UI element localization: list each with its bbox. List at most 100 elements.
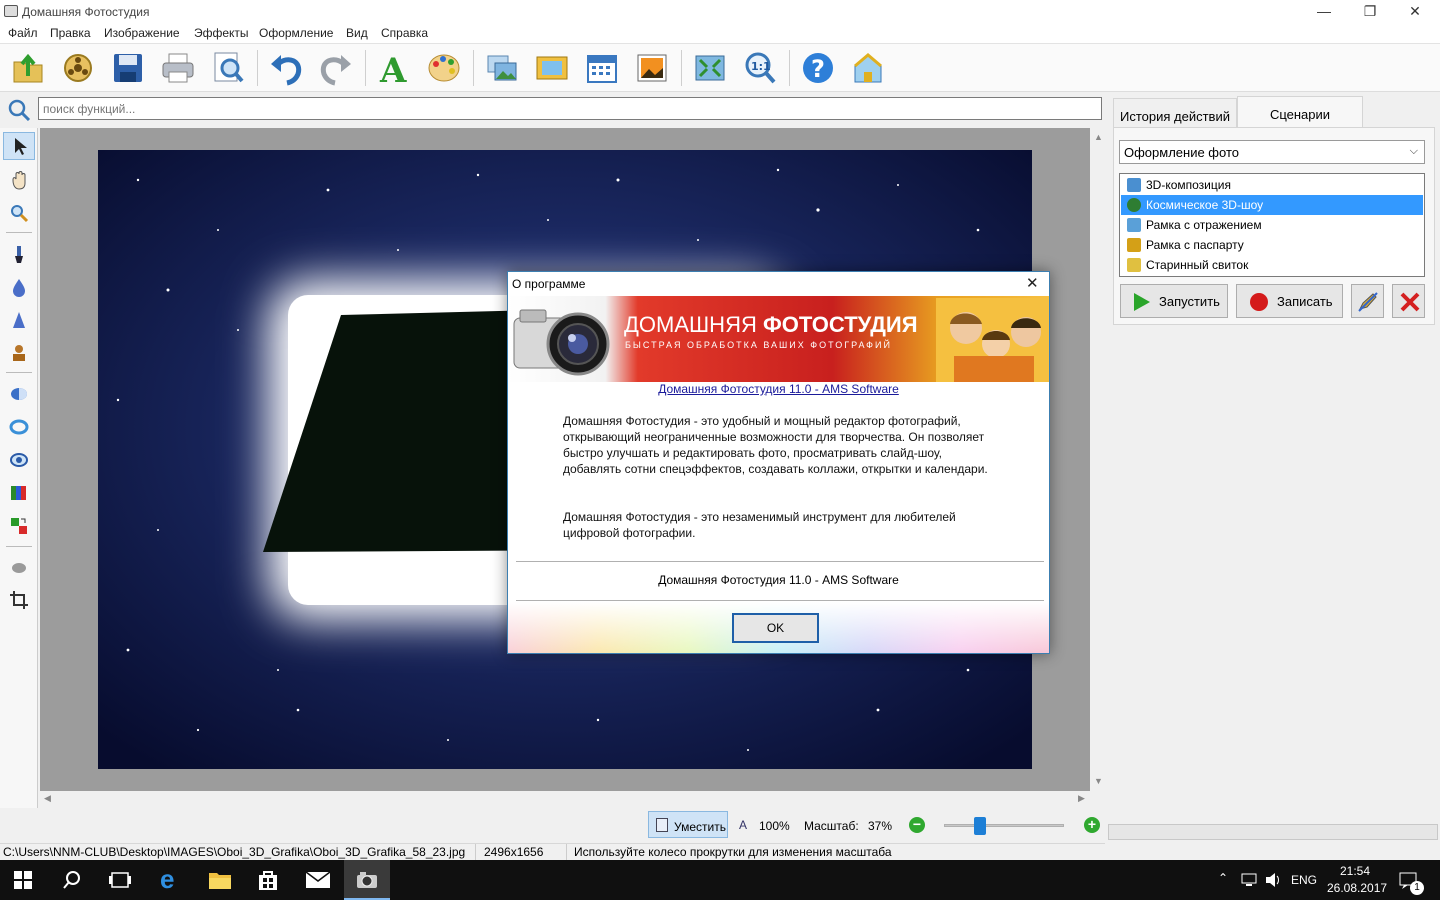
zoom-1-1-icon[interactable]: 1:1 (742, 50, 778, 86)
hand-icon[interactable] (9, 170, 29, 190)
palette-icon[interactable] (426, 50, 462, 86)
minimize-button[interactable]: — (1301, 0, 1347, 24)
zoom-icon[interactable] (9, 203, 29, 223)
right-panel: История действий Сценарии Оформление фот… (1108, 96, 1440, 816)
preview-icon[interactable] (210, 50, 246, 86)
fit-page-icon (656, 818, 668, 832)
close-window-button[interactable]: ✕ (1392, 0, 1438, 24)
right-panel-scrollbar[interactable] (1108, 824, 1438, 840)
product-link[interactable]: Домашняя Фотостудия 11.0 - AMS Software (658, 382, 899, 396)
record-button[interactable]: Записать (1236, 284, 1343, 318)
zoom-out-icon[interactable]: − (909, 817, 925, 833)
menu-design[interactable]: Оформление (259, 26, 333, 40)
home-icon[interactable] (850, 50, 886, 86)
print-icon[interactable] (160, 50, 196, 86)
windows-start-icon[interactable] (14, 871, 32, 889)
chevron-down-icon: ⌵ (1409, 145, 1418, 157)
edit-scenario-button[interactable] (1351, 284, 1384, 318)
redo-icon[interactable] (318, 50, 354, 86)
edge-icon[interactable]: e (160, 866, 186, 894)
function-search-input[interactable] (38, 97, 1102, 120)
dialog-close-button[interactable]: ✕ (1026, 274, 1039, 292)
menu-edit[interactable]: Правка (50, 26, 91, 40)
tab-history[interactable]: История действий (1113, 98, 1237, 127)
ok-button[interactable]: OK (732, 613, 819, 643)
lens-icon[interactable] (9, 417, 29, 437)
svg-text:A: A (379, 51, 407, 86)
scroll-right-icon[interactable]: ▶ (1078, 793, 1085, 804)
scenario-item-space-show[interactable]: Космическое 3D-шоу (1121, 195, 1423, 215)
search-taskbar-icon[interactable] (62, 870, 82, 890)
eye-icon[interactable] (9, 450, 29, 470)
scroll-down-icon[interactable]: ▼ (1094, 776, 1103, 786)
images-icon[interactable] (484, 50, 520, 86)
scenario-item-3d-composition[interactable]: 3D-композиция (1121, 175, 1423, 195)
fit-button[interactable]: Уместить (648, 811, 728, 838)
scenario-category-value: Оформление фото (1124, 145, 1239, 160)
undo-icon[interactable] (268, 50, 304, 86)
app-camera-icon (4, 5, 18, 17)
store-icon[interactable] (256, 868, 280, 892)
scenario-item-passe-partout[interactable]: Рамка с паспарту (1121, 235, 1423, 255)
pointer-icon[interactable] (9, 136, 29, 156)
scenario-item-label: Старинный свиток (1146, 258, 1249, 272)
scenario-category-select[interactable]: Оформление фото ⌵ (1119, 140, 1425, 164)
description-paragraph-2: Домашняя Фотостудия - это незаменимый ин… (563, 510, 956, 540)
clock-date[interactable]: 26.08.2017 (1327, 881, 1387, 895)
scroll-left-icon[interactable]: ◀ (44, 793, 51, 804)
menu-effects[interactable]: Эффекты (194, 26, 249, 40)
scenario-item-scroll[interactable]: Старинный свиток (1121, 255, 1423, 275)
zoom-in-icon[interactable]: + (1084, 817, 1100, 833)
scroll-up-icon[interactable]: ▲ (1094, 132, 1103, 142)
run-button[interactable]: Запустить (1120, 284, 1228, 318)
zoom-slider[interactable] (944, 817, 1064, 835)
clock-time[interactable]: 21:54 (1340, 864, 1370, 878)
delete-scenario-button[interactable] (1392, 284, 1425, 318)
scenario-item-label: Рамка с отражением (1146, 218, 1262, 232)
levels-icon[interactable] (9, 483, 29, 503)
status-bar: C:\Users\NNM-CLUB\Desktop\IMAGES\Oboi_3D… (0, 843, 1105, 861)
chevron-up-icon[interactable]: ⌃ (1218, 871, 1228, 885)
postcard-icon[interactable] (634, 50, 670, 86)
fit-icon[interactable] (692, 50, 728, 86)
title-bar: Домашняя Фотостудия — ❐ ✕ (0, 0, 1440, 24)
zoom-slider-thumb[interactable] (974, 817, 986, 835)
replace-color-icon[interactable] (9, 516, 29, 536)
network-icon[interactable] (1240, 872, 1258, 888)
help-icon[interactable]: ? (800, 50, 836, 86)
horizontal-scrollbar[interactable]: ◀ ▶ (40, 791, 1090, 807)
taskbar-app-fotostudio[interactable] (344, 860, 390, 900)
mail-icon[interactable] (305, 870, 331, 890)
vertical-scrollbar[interactable]: ▲ ▼ (1091, 128, 1105, 791)
dialog-banner: ДОМАШНЯЯ ФОТОСТУДИЯ БЫСТРАЯ ОБРАБОТКА ВА… (508, 296, 1049, 382)
menu-help[interactable]: Справка (381, 26, 428, 40)
file-explorer-icon[interactable] (208, 869, 232, 891)
actual-size-label: 100% (759, 819, 790, 833)
scenario-list: 3D-композиция Космическое 3D-шоу Рамка с… (1119, 173, 1425, 277)
sharpen-icon[interactable] (9, 310, 29, 330)
scenario-item-reflection-frame[interactable]: Рамка с отражением (1121, 215, 1423, 235)
menu-view[interactable]: Вид (346, 26, 368, 40)
open-folder-icon[interactable] (10, 50, 46, 86)
stamp-icon[interactable] (9, 343, 29, 363)
tab-scenarios[interactable]: Сценарии (1237, 96, 1363, 127)
save-icon[interactable] (110, 50, 146, 86)
restore-button[interactable]: ❐ (1347, 0, 1393, 24)
film-reel-icon[interactable] (60, 50, 96, 86)
eraser-icon[interactable] (9, 557, 29, 577)
calendar-icon[interactable] (584, 50, 620, 86)
menu-bar: Файл Правка Изображение Эффекты Оформлен… (0, 24, 1440, 44)
contrast-icon[interactable] (9, 384, 29, 404)
taskbar: e ⌃ ENG 21:54 26.08.2017 1 (0, 860, 1440, 900)
menu-image[interactable]: Изображение (104, 26, 180, 40)
crop-icon[interactable] (9, 590, 29, 610)
task-view-icon[interactable] (108, 870, 132, 890)
text-icon[interactable]: A (376, 50, 412, 91)
frame-icon[interactable] (534, 50, 570, 86)
actual-size-button[interactable]: A 100% (738, 814, 796, 836)
drop-icon[interactable] (9, 277, 29, 297)
language-indicator[interactable]: ENG (1291, 873, 1317, 887)
volume-icon[interactable] (1264, 871, 1282, 889)
menu-file[interactable]: Файл (8, 26, 38, 40)
brush-icon[interactable] (9, 244, 29, 264)
